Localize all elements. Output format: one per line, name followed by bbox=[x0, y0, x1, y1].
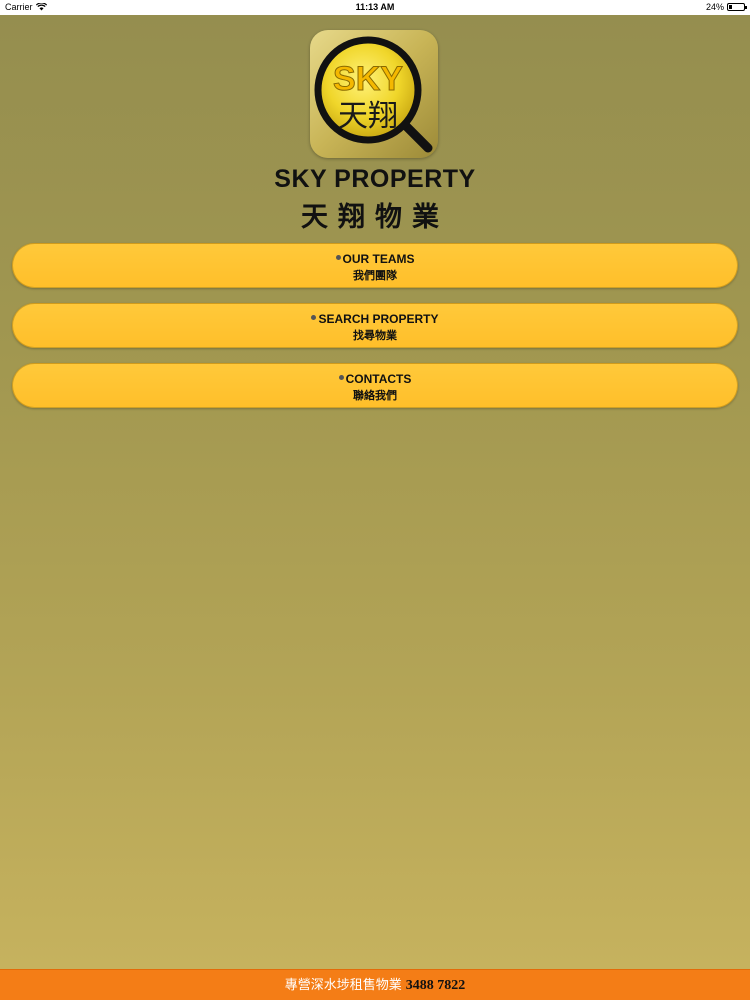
brand-name-zh: 天翔物業 bbox=[301, 202, 449, 232]
footer-banner[interactable]: 專營深水埗租售物業 3488 7822 bbox=[0, 969, 750, 1000]
bullet-icon bbox=[335, 255, 341, 260]
menu-title-row: CONTACTS bbox=[13, 372, 737, 386]
magnifier-logo-icon: SKY 天翔 bbox=[314, 36, 433, 153]
our-teams-sublabel: 我們團隊 bbox=[353, 270, 397, 282]
main-screen: SKY 天翔 SKY PROPERTY 天翔物業 OUR TEAMS 我們團隊 … bbox=[0, 15, 750, 969]
battery-percent: 24% bbox=[705, 2, 724, 12]
contacts-sublabel: 聯絡我們 bbox=[353, 390, 397, 402]
contacts-label: CONTACTS bbox=[345, 372, 412, 386]
app-logo: SKY 天翔 bbox=[310, 30, 438, 158]
battery-fill bbox=[729, 5, 732, 9]
brand-name-en: SKY PROPERTY bbox=[274, 165, 476, 193]
menu-title-row: SEARCH PROPERTY bbox=[13, 312, 737, 326]
logo-text-zh: 天翔 bbox=[338, 99, 398, 134]
search-property-button[interactable]: SEARCH PROPERTY 找尋物業 bbox=[12, 303, 738, 348]
bullet-icon bbox=[338, 375, 344, 380]
status-time: 11:13 AM bbox=[355, 2, 395, 12]
menu-title-row: OUR TEAMS bbox=[13, 252, 737, 266]
logo-text-en: SKY bbox=[333, 60, 403, 98]
search-property-sublabel: 找尋物業 bbox=[353, 330, 397, 342]
status-bar: Carrier 11:13 AM 24% bbox=[0, 0, 750, 15]
footer-phone[interactable]: 3488 7822 bbox=[406, 978, 466, 993]
search-property-label: SEARCH PROPERTY bbox=[318, 312, 439, 326]
battery-icon bbox=[727, 3, 747, 11]
bullet-icon bbox=[311, 315, 317, 320]
status-right: 24% bbox=[705, 2, 747, 12]
our-teams-label: OUR TEAMS bbox=[342, 252, 415, 266]
footer-text: 專營深水埗租售物業 bbox=[284, 977, 402, 992]
contacts-button[interactable]: CONTACTS 聯絡我們 bbox=[12, 363, 738, 408]
our-teams-button[interactable]: OUR TEAMS 我們團隊 bbox=[12, 243, 738, 288]
